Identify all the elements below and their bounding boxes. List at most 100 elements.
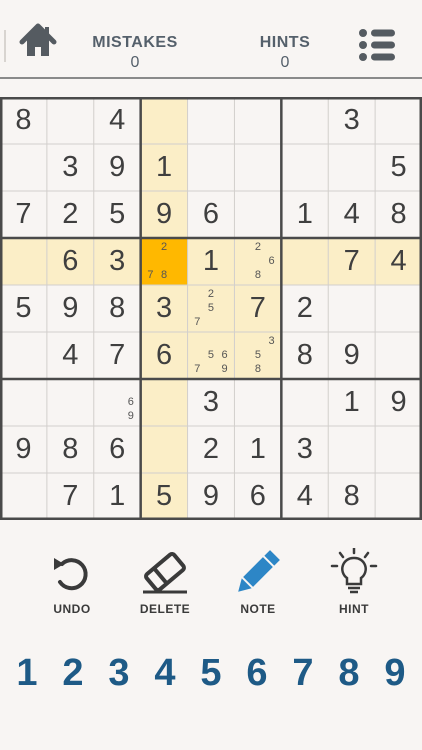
- cell-r4-c2[interactable]: 6: [46, 238, 94, 285]
- cell-r8-c2[interactable]: 8: [47, 426, 94, 473]
- cell-r3-c8[interactable]: 4: [328, 191, 375, 238]
- cell-r2-c3[interactable]: 9: [94, 144, 141, 191]
- cell-value: 8: [15, 104, 32, 136]
- numpad-2[interactable]: 2: [50, 652, 96, 695]
- cell-r5-c6[interactable]: 7: [234, 285, 282, 332]
- cell-r1-c7[interactable]: [281, 97, 328, 144]
- numpad-6[interactable]: 6: [234, 652, 280, 695]
- cell-r4-c5[interactable]: 1: [187, 238, 235, 285]
- cell-r7-c4[interactable]: [140, 379, 188, 426]
- cell-r7-c3[interactable]: 69: [94, 379, 141, 426]
- delete-button[interactable]: DELETE: [125, 548, 205, 616]
- cell-r5-c9[interactable]: [375, 285, 422, 332]
- cell-r9-c5[interactable]: 9: [188, 473, 235, 520]
- cell-r6-c2[interactable]: 4: [47, 332, 94, 379]
- cell-r7-c8[interactable]: 1: [328, 379, 375, 426]
- cell-r8-c5[interactable]: 2: [188, 426, 235, 473]
- cell-r4-c1[interactable]: [0, 238, 47, 285]
- cell-r5-c8[interactable]: [328, 285, 375, 332]
- cell-r9-c6[interactable]: 6: [234, 473, 281, 520]
- cell-r8-c1[interactable]: 9: [0, 426, 47, 473]
- cell-r1-c5[interactable]: [188, 97, 235, 144]
- cell-r5-c2[interactable]: 9: [47, 285, 94, 332]
- undo-button[interactable]: UNDO: [32, 548, 112, 616]
- cell-r6-c1[interactable]: [0, 332, 47, 379]
- cell-r2-c4[interactable]: 1: [140, 144, 188, 191]
- cell-r1-c3[interactable]: 4: [94, 97, 141, 144]
- cell-r3-c2[interactable]: 2: [47, 191, 94, 238]
- cell-r8-c9[interactable]: [375, 426, 422, 473]
- numpad-4[interactable]: 4: [142, 652, 188, 695]
- cell-r6-c5[interactable]: 56 7 9: [187, 332, 235, 379]
- cell-r8-c7[interactable]: 3: [281, 426, 328, 473]
- cell-r4-c4[interactable]: 2 78: [140, 238, 188, 285]
- cell-r9-c8[interactable]: 8: [328, 473, 375, 520]
- cell-r1-c4[interactable]: [140, 97, 188, 144]
- cell-r8-c6[interactable]: 1: [234, 426, 281, 473]
- cell-r7-c7[interactable]: [281, 379, 328, 426]
- cell-r5-c7[interactable]: 2: [281, 285, 328, 332]
- numpad-9[interactable]: 9: [372, 652, 418, 695]
- cell-r6-c9[interactable]: [375, 332, 422, 379]
- cell-r9-c3[interactable]: 1: [94, 473, 141, 520]
- numpad-3[interactable]: 3: [96, 652, 142, 695]
- cell-r2-c6[interactable]: [234, 144, 281, 191]
- cell-r4-c7[interactable]: [281, 238, 329, 285]
- cell-r2-c5[interactable]: [188, 144, 235, 191]
- cell-r6-c6[interactable]: 358: [234, 332, 282, 379]
- note-button[interactable]: NOTE: [218, 548, 298, 616]
- cell-r9-c1[interactable]: [0, 473, 47, 520]
- cell-r8-c3[interactable]: 6: [94, 426, 141, 473]
- numpad-1[interactable]: 1: [4, 652, 50, 695]
- cell-r2-c2[interactable]: 3: [47, 144, 94, 191]
- cell-r7-c1[interactable]: [0, 379, 47, 426]
- home-button[interactable]: [18, 22, 62, 62]
- mistakes-value: 0: [130, 54, 140, 71]
- cell-r2-c7[interactable]: [281, 144, 328, 191]
- cell-r6-c4[interactable]: 6: [140, 332, 188, 379]
- numpad-5[interactable]: 5: [188, 652, 234, 695]
- cell-r2-c9[interactable]: 5: [375, 144, 422, 191]
- cell-r1-c2[interactable]: [47, 97, 94, 144]
- cell-r5-c1[interactable]: 5: [0, 285, 47, 332]
- cell-r3-c9[interactable]: 8: [375, 191, 422, 238]
- menu-button[interactable]: [358, 28, 398, 62]
- cell-r3-c7[interactable]: 1: [281, 191, 328, 238]
- cell-r7-c2[interactable]: [47, 379, 94, 426]
- cell-r2-c1[interactable]: [0, 144, 47, 191]
- hint-button[interactable]: HINT: [314, 548, 394, 616]
- cell-r5-c3[interactable]: 8: [94, 285, 141, 332]
- cell-r3-c3[interactable]: 5: [94, 191, 141, 238]
- cell-r5-c4[interactable]: 3: [140, 285, 188, 332]
- cell-r3-c6[interactable]: [234, 191, 281, 238]
- cell-r7-c9[interactable]: 9: [375, 379, 422, 426]
- cell-r9-c9[interactable]: [375, 473, 422, 520]
- cell-r3-c1[interactable]: 7: [0, 191, 47, 238]
- cell-r4-c9[interactable]: 4: [375, 238, 422, 285]
- cell-r4-c3[interactable]: 3: [93, 238, 141, 285]
- cell-r7-c6[interactable]: [234, 379, 281, 426]
- cell-r9-c2[interactable]: 7: [47, 473, 94, 520]
- cell-r8-c4[interactable]: [140, 426, 188, 473]
- cell-r3-c5[interactable]: 6: [188, 191, 235, 238]
- cell-r1-c1[interactable]: 8: [0, 97, 47, 144]
- cell-r5-c5[interactable]: 257: [187, 285, 235, 332]
- cell-r9-c7[interactable]: 4: [281, 473, 328, 520]
- cell-r1-c9[interactable]: [375, 97, 422, 144]
- cell-r2-c8[interactable]: [328, 144, 375, 191]
- cell-r1-c6[interactable]: [234, 97, 281, 144]
- cell-r1-c8[interactable]: 3: [328, 97, 375, 144]
- cell-r4-c8[interactable]: 7: [328, 238, 376, 285]
- cell-r8-c8[interactable]: [328, 426, 375, 473]
- numpad-8[interactable]: 8: [326, 652, 372, 695]
- numpad-7[interactable]: 7: [280, 652, 326, 695]
- cell-r7-c5[interactable]: 3: [188, 379, 235, 426]
- note-digit: 8: [254, 268, 261, 281]
- cell-r6-c7[interactable]: 8: [281, 332, 328, 379]
- cell-r4-c6[interactable]: 268: [234, 238, 282, 285]
- home-icon: [19, 23, 57, 56]
- cell-r3-c4[interactable]: 9: [140, 191, 188, 238]
- cell-r6-c3[interactable]: 7: [94, 332, 141, 379]
- cell-r6-c8[interactable]: 9: [328, 332, 375, 379]
- cell-r9-c4[interactable]: 5: [140, 473, 188, 520]
